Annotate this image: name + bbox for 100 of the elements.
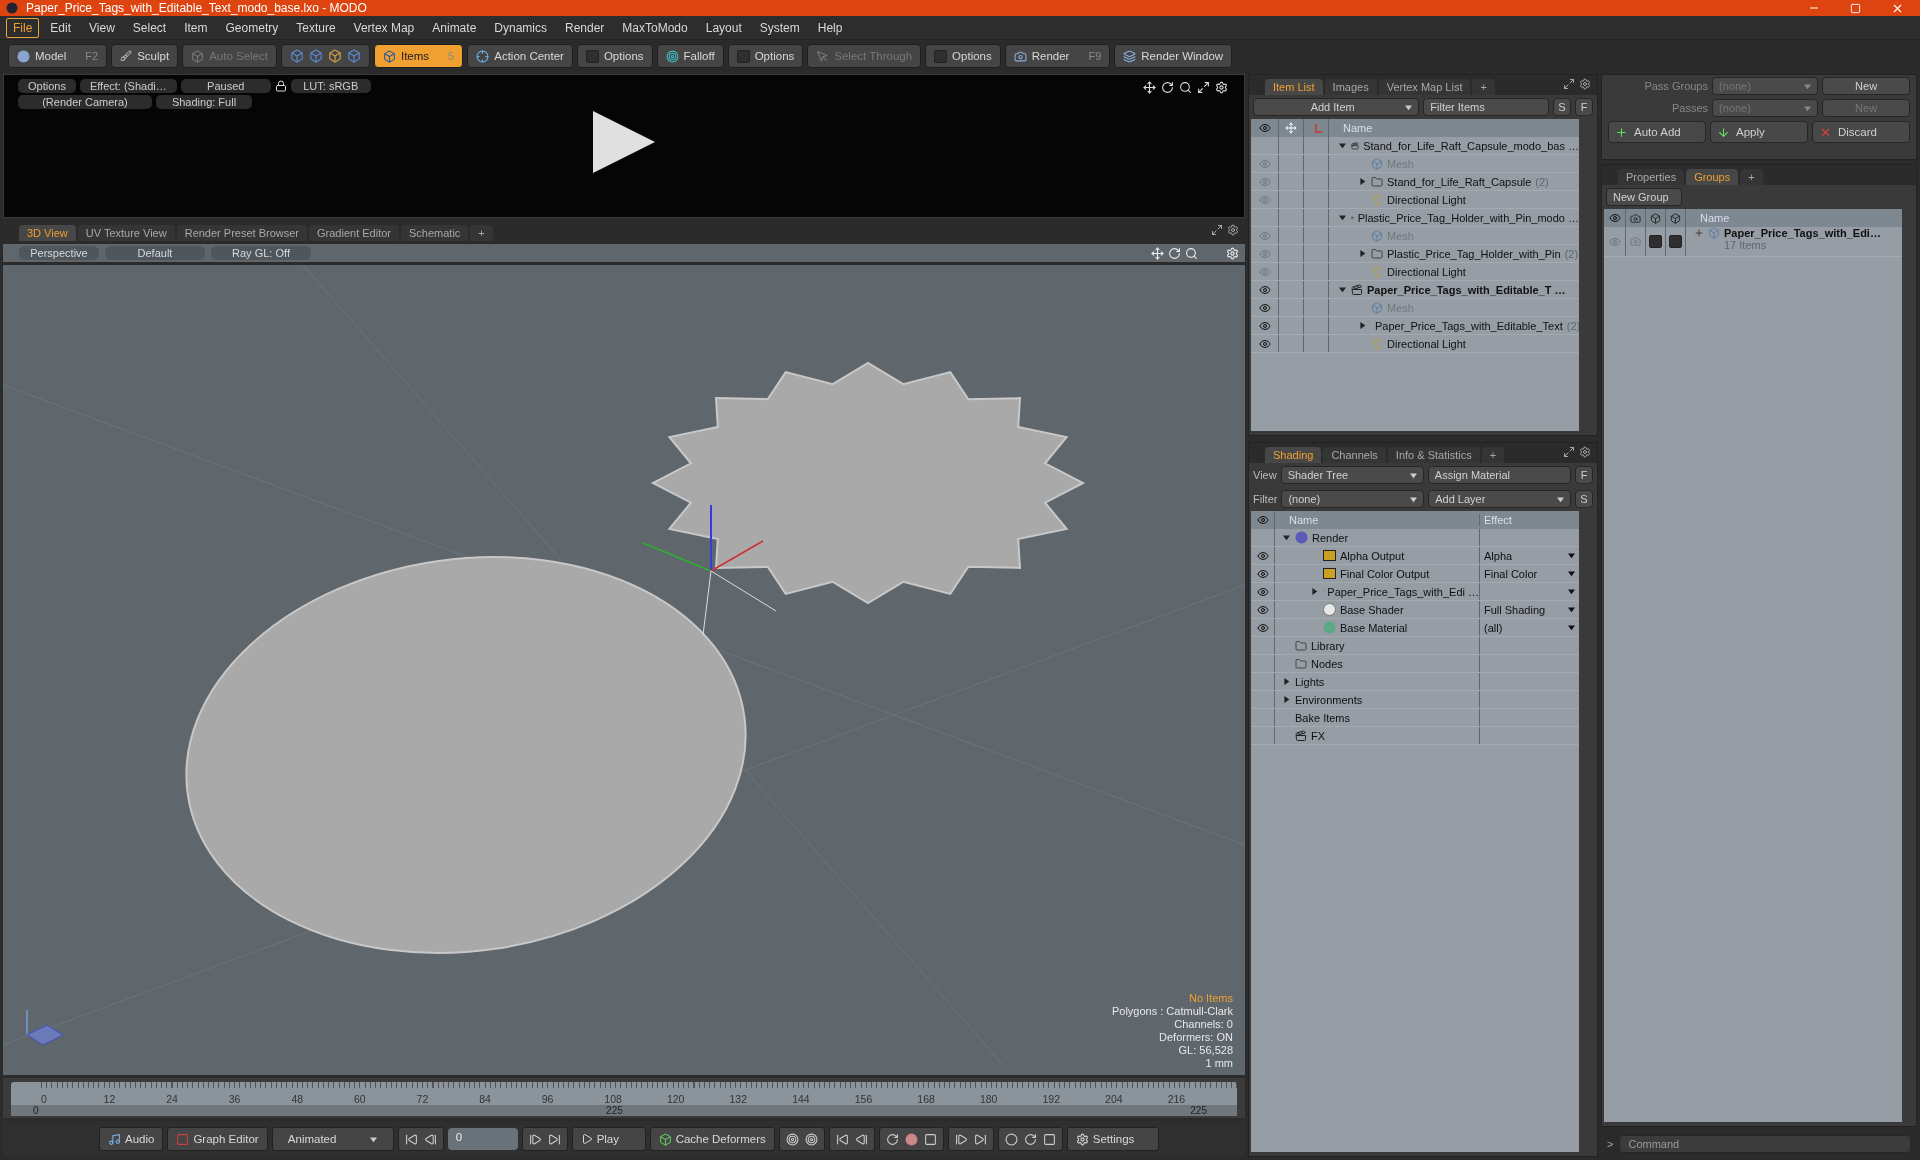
transport-back-buttons[interactable] [397, 1127, 444, 1151]
pass-action-button[interactable]: Discard [1812, 121, 1910, 143]
key-navigation-tools[interactable] [828, 1127, 875, 1151]
shader-row[interactable]: Alpha Output Alpha [1251, 547, 1579, 565]
settings-button[interactable]: Settings [1066, 1127, 1159, 1151]
toolbar-button[interactable]: Items 5 [373, 44, 464, 68]
collapsed-icon[interactable] [1358, 250, 1366, 257]
view-tab[interactable]: Schematic [401, 225, 469, 241]
menu-item[interactable]: Layout [698, 17, 749, 38]
expanded-icon[interactable] [1338, 142, 1346, 149]
eye-icon[interactable] [1258, 283, 1271, 296]
timeline-ruler[interactable]: 0 12 24 36 48 60 72 84 96 108 120 132 144 156 168 180 192 204 216 [11, 1082, 1237, 1105]
add-layer-dropdown[interactable]: Add Layer [1428, 490, 1571, 508]
viewport-option[interactable]: Perspective [19, 246, 99, 260]
viewport-option[interactable]: Ray GL: Off [211, 246, 311, 260]
shader-row[interactable]: Render [1251, 529, 1579, 547]
filter-items-field[interactable]: Filter Items [1423, 98, 1549, 116]
panel-tab[interactable]: Groups [1686, 169, 1739, 185]
dropdown-arrow-icon[interactable] [1568, 570, 1575, 577]
eye-icon[interactable] [1256, 549, 1269, 562]
panel-tab[interactable]: Info & Statistics [1387, 447, 1480, 463]
keyframe-tools[interactable] [778, 1127, 825, 1151]
maximize-icon[interactable] [1850, 2, 1861, 14]
dropdown-arrow-icon[interactable] [1410, 495, 1418, 503]
tree-row[interactable]: Directional Light [1251, 335, 1579, 353]
graph-editor-button[interactable]: Graph Editor [167, 1127, 268, 1151]
toolbar-button[interactable]: Falloff [656, 44, 724, 68]
view-tab[interactable]: UV Texture View [77, 225, 175, 241]
tree-row[interactable]: Plastic_Price_Tag_Holder_with_Pin_modo … [1251, 209, 1579, 227]
panel-tab[interactable]: Images [1324, 79, 1377, 95]
view-tab[interactable]: + [470, 225, 493, 241]
menu-item[interactable]: Item [177, 17, 215, 38]
dropdown-arrow-icon[interactable] [1568, 624, 1575, 631]
view-tab[interactable]: Render Preset Browser [176, 225, 307, 241]
shader-row[interactable]: Bake Items [1251, 709, 1579, 727]
shader-row[interactable]: Lights [1251, 673, 1579, 691]
add-item-dropdown[interactable]: Add Item [1253, 98, 1420, 116]
shader-row[interactable]: Library [1251, 637, 1579, 655]
checkbox[interactable] [585, 49, 599, 63]
command-field[interactable]: Command [1619, 1135, 1911, 1153]
menu-item[interactable]: Geometry [218, 17, 286, 38]
checkbox[interactable] [736, 49, 750, 63]
panel-tab[interactable]: Vertex Map List [1378, 79, 1471, 95]
audio-button[interactable]: Audio [99, 1127, 164, 1151]
preview-option[interactable]: Options [18, 79, 76, 93]
dropdown-arrow-icon[interactable] [1405, 103, 1413, 111]
toolbar-button[interactable]: Options [576, 44, 653, 68]
eye-icon[interactable] [1256, 603, 1269, 616]
menu-item[interactable]: Help [810, 17, 850, 38]
cube-icon[interactable] [327, 49, 342, 63]
menu-item[interactable]: Dynamics [487, 17, 554, 38]
pass-action-button[interactable]: Auto Add [1608, 121, 1706, 143]
expanded-icon[interactable] [1338, 214, 1346, 221]
shader-row[interactable]: Nodes [1251, 655, 1579, 673]
selection-mode-buttons[interactable] [280, 44, 370, 68]
checkbox[interactable] [934, 49, 948, 63]
expanded-icon[interactable] [1282, 534, 1290, 541]
panel-tab[interactable]: Shading [1265, 447, 1322, 463]
toolbar-button[interactable]: Sculpt [111, 44, 179, 68]
play-icon[interactable] [591, 109, 657, 175]
lock-icon[interactable] [274, 80, 287, 92]
collapsed-icon[interactable] [1310, 588, 1318, 595]
menu-item[interactable]: Edit [43, 17, 79, 38]
shader-row[interactable]: Base Shader Full Shading [1251, 601, 1579, 619]
cube-icon[interactable] [346, 49, 361, 63]
toolbar-button[interactable]: Options [925, 44, 1001, 68]
record-tools[interactable] [878, 1127, 944, 1151]
collapsed-icon[interactable] [1282, 678, 1290, 685]
pass-action-button[interactable]: Apply [1710, 121, 1808, 143]
key-navigation-tools[interactable] [947, 1127, 994, 1151]
dropdown-arrow-icon[interactable] [1409, 471, 1417, 479]
checkbox[interactable] [1669, 235, 1682, 248]
shader-row[interactable]: Base Material (all) [1251, 619, 1579, 637]
dropdown-arrow-icon[interactable] [370, 1135, 378, 1143]
animated-dropdown[interactable]: Animated [271, 1127, 394, 1151]
menu-item[interactable]: View [82, 17, 122, 38]
menu-item[interactable]: Render [558, 17, 612, 38]
dropdown-arrow-icon[interactable] [1568, 552, 1575, 559]
panel-tab[interactable]: + [1481, 447, 1505, 463]
tree-row[interactable]: Directional Light [1251, 191, 1579, 209]
toolbar-button[interactable]: Action Center [467, 44, 573, 68]
assign-material-button[interactable]: Assign Material [1427, 466, 1571, 484]
eye-icon[interactable] [1258, 319, 1271, 332]
frame-field[interactable]: 0 [447, 1128, 518, 1150]
menu-item[interactable]: Select [125, 17, 174, 38]
cache-deformers-button[interactable]: Cache Deformers [649, 1127, 775, 1151]
eye-icon[interactable] [1256, 621, 1269, 634]
filter-toggle-button[interactable]: F [1575, 466, 1593, 484]
preview-option[interactable]: (Render Camera) [18, 95, 152, 109]
toolbar-button[interactable]: Render Window [1114, 44, 1233, 68]
new-pass-button[interactable]: New [1822, 77, 1910, 95]
shader-row[interactable]: Paper_Price_Tags_with_Edi … [1251, 583, 1579, 601]
view-tab[interactable]: Gradient Editor [309, 225, 399, 241]
play-button[interactable]: Play [571, 1127, 646, 1151]
view-dropdown[interactable]: Shader Tree [1280, 466, 1424, 484]
eye-icon[interactable] [1256, 585, 1269, 598]
preview-option[interactable]: Shading: Full [156, 95, 252, 109]
collapsed-icon[interactable] [1358, 178, 1366, 185]
dropdown-arrow-icon[interactable] [1568, 606, 1575, 613]
toolbar-button[interactable]: Options [727, 44, 804, 68]
